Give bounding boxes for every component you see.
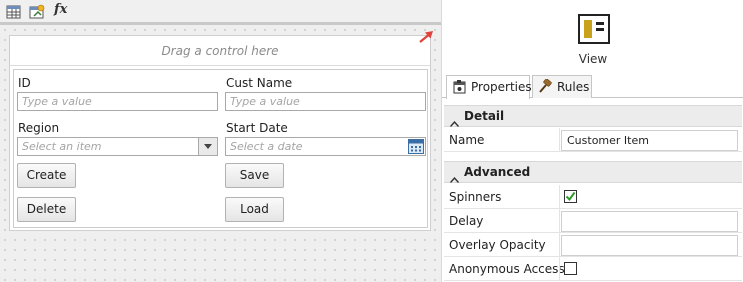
view-title: View [578,52,608,66]
anonymous-access-checkbox[interactable] [564,262,577,275]
row-divider [559,257,560,281]
region-label: Region [18,121,60,135]
calendar-icon[interactable] [408,139,424,154]
table-grid-icon[interactable] [6,4,22,20]
resize-arrow-icon[interactable] [417,29,435,45]
property-row-name: Name Customer Item [444,128,742,152]
delay-input[interactable] [561,211,738,232]
view-icon [578,14,610,44]
section-advanced-title: Advanced [464,165,531,179]
id-input[interactable]: Type a value [17,92,218,111]
region-placeholder: Select an item [22,140,102,153]
spinners-checkbox[interactable] [564,190,577,203]
create-button[interactable]: Create [17,163,76,188]
region-dropdown[interactable]: Select an item [17,137,218,156]
delete-button[interactable]: Delete [17,197,76,222]
overlay-opacity-label: Overlay Opacity [449,238,546,252]
chevron-up-icon [449,169,460,183]
panel-tabs: Properties Rules [442,75,743,99]
properties-grid: Detail Name Customer Item Advanced Spinn… [444,103,742,282]
tab-rules-label: Rules [557,80,590,94]
properties-icon [452,79,467,94]
section-advanced[interactable]: Advanced [444,161,742,183]
view-form-container[interactable]: Drag a control here ID Cust Name Type a … [9,35,431,231]
row-divider [559,185,560,209]
chevron-up-icon [449,113,460,127]
name-input[interactable]: Customer Item [561,130,738,151]
expression-fx-icon[interactable]: fx [54,2,70,18]
chevron-down-icon[interactable] [198,138,217,155]
save-button[interactable]: Save [225,163,284,188]
tab-rules[interactable]: Rules [532,75,592,98]
row-divider [559,233,560,257]
gavel-icon [538,78,553,94]
form-designer: fx Drag a control here ID Cust Name Type… [0,0,441,282]
property-row-anonymous-access: Anonymous Access [444,257,742,281]
cust-name-label: Cust Name [226,76,293,90]
spinners-label: Spinners [449,190,502,204]
property-row-overlay-opacity: Overlay Opacity [444,233,742,257]
delay-label: Delay [449,214,484,228]
property-row-spinners: Spinners [444,185,742,209]
name-label: Name [449,133,485,147]
designer-toolbar: fx [0,0,441,22]
start-date-picker[interactable]: Select a date [225,137,426,156]
row-divider [559,128,560,152]
section-detail-title: Detail [464,109,505,123]
anonymous-access-label: Anonymous Access [449,262,565,276]
tab-properties-label: Properties [471,80,532,94]
add-item-icon[interactable] [29,4,45,20]
row-divider [559,209,560,233]
start-date-label: Start Date [226,121,288,135]
checkmark-icon [565,191,576,202]
overlay-opacity-input[interactable] [561,235,738,256]
property-row-delay: Delay [444,209,742,233]
start-date-placeholder: Select a date [230,140,303,153]
id-label: ID [18,76,31,90]
cust-name-input[interactable]: Type a value [225,92,426,111]
properties-panel: View Properties Rules Detail Name Custom… [441,0,743,282]
section-detail[interactable]: Detail [444,105,742,127]
drag-control-dropzone[interactable]: Drag a control here [10,36,430,66]
tab-properties[interactable]: Properties [446,75,532,99]
load-button[interactable]: Load [225,197,284,222]
form-table[interactable]: ID Cust Name Type a value Type a value R… [13,69,428,228]
